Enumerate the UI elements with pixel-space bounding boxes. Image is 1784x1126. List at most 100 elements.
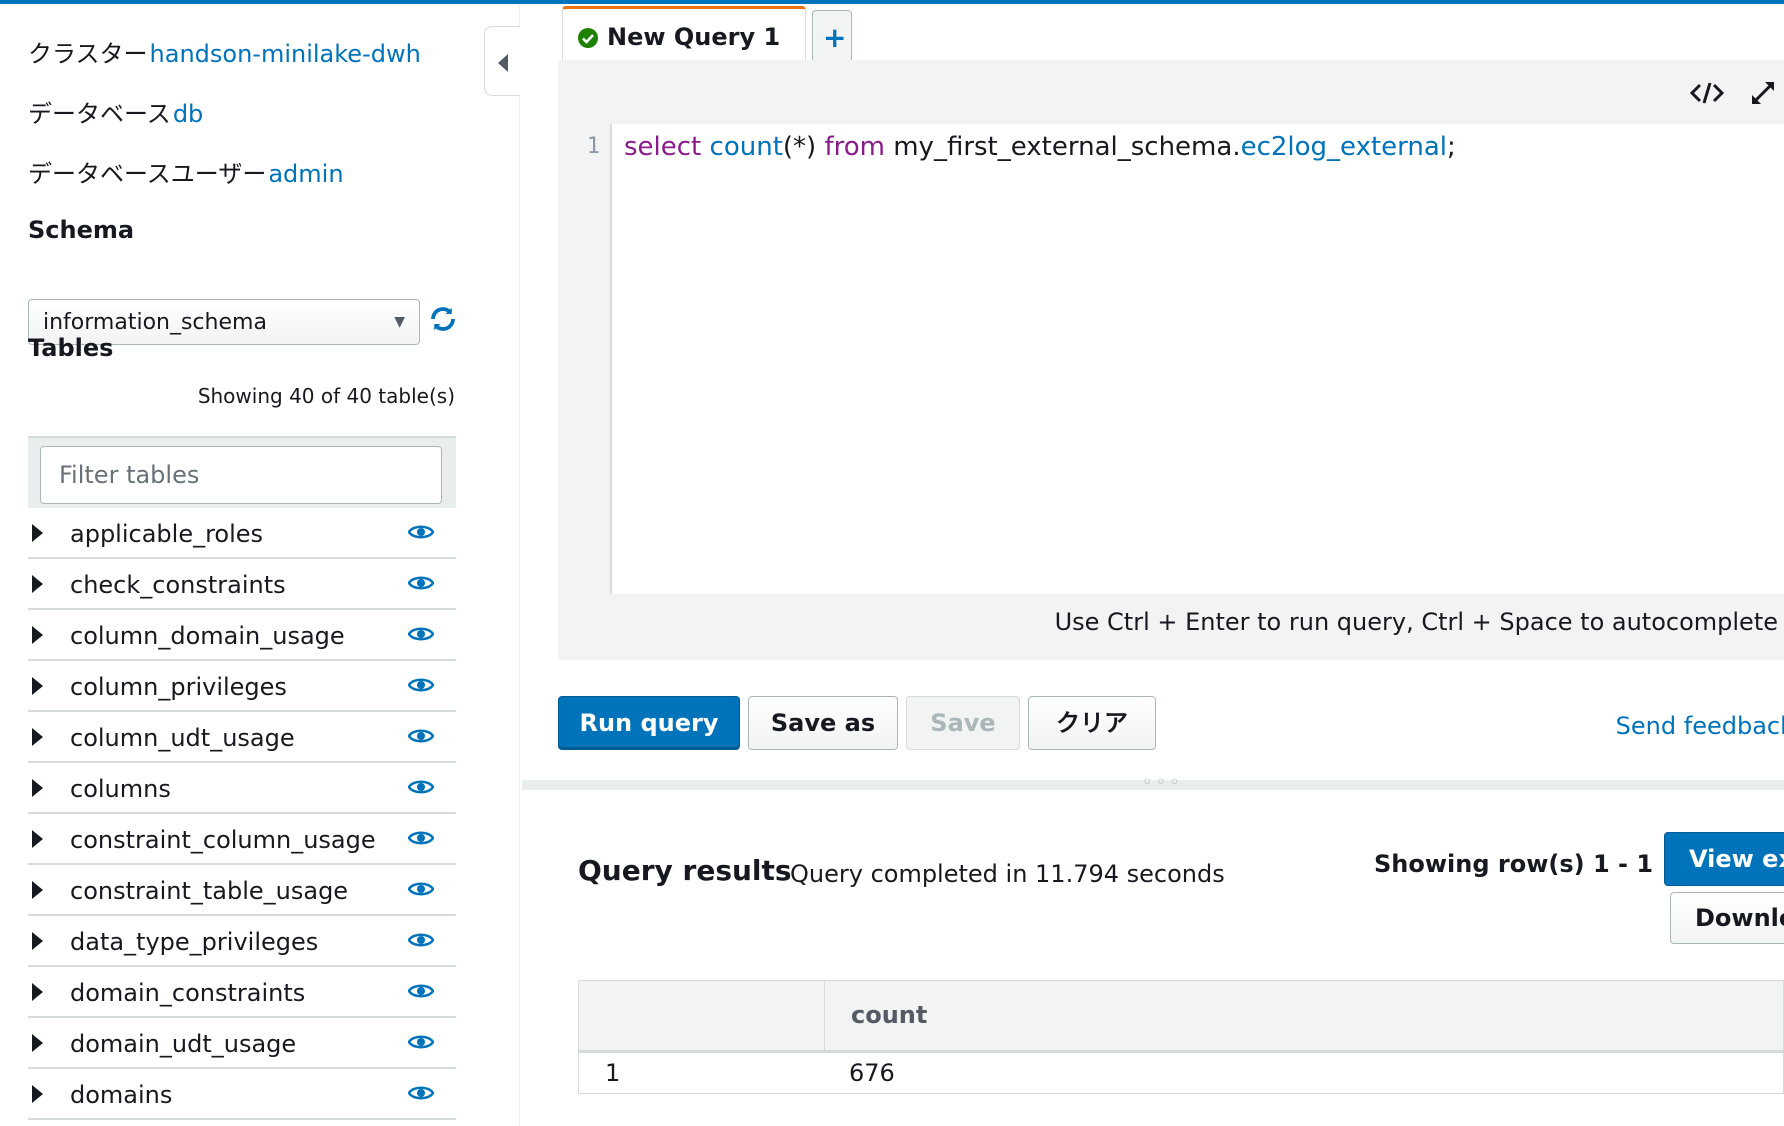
table-row[interactable]: data_type_privileges bbox=[28, 916, 456, 967]
expand-triangle-icon[interactable] bbox=[32, 932, 43, 950]
tab-new-query-1[interactable]: New Query 1 bbox=[562, 6, 806, 62]
results-header-row: count bbox=[579, 981, 1783, 1053]
db-user-value: admin bbox=[268, 160, 344, 188]
eye-icon[interactable] bbox=[408, 624, 434, 644]
function-count: count bbox=[709, 132, 783, 162]
save-as-button[interactable]: Save as bbox=[748, 696, 898, 750]
count-value-cell: 676 bbox=[849, 1059, 895, 1087]
table-name: column_privileges bbox=[70, 673, 287, 701]
table-row[interactable]: applicable_roles bbox=[28, 508, 456, 559]
collapse-sidebar-button[interactable] bbox=[484, 26, 520, 96]
code-args: (*) bbox=[782, 132, 817, 162]
expand-triangle-icon[interactable] bbox=[32, 830, 43, 848]
dropdown-caret-icon: ▼ bbox=[394, 314, 405, 330]
table-row[interactable]: column_udt_usage bbox=[28, 712, 456, 763]
table-list: applicable_roles check_constraints colum… bbox=[28, 508, 456, 1120]
expand-triangle-icon[interactable] bbox=[32, 779, 43, 797]
code-table: ec2log_external bbox=[1240, 132, 1448, 162]
table-name: applicable_roles bbox=[70, 520, 264, 548]
table-name: constraint_column_usage bbox=[70, 826, 376, 854]
sql-code-line[interactable]: select count(*) from my_first_external_s… bbox=[624, 132, 1456, 162]
expand-triangle-icon[interactable] bbox=[32, 1034, 43, 1052]
tables-count: Showing 40 of 40 table(s) bbox=[197, 384, 455, 408]
eye-icon[interactable] bbox=[408, 1032, 434, 1052]
eye-icon[interactable] bbox=[408, 981, 434, 1001]
expand-triangle-icon[interactable] bbox=[32, 728, 43, 746]
tables-heading: Tables bbox=[28, 334, 114, 362]
resize-splitter[interactable]: ◦◦◦ bbox=[522, 772, 1784, 793]
cluster-info: クラスターhandson-minilake-dwh bbox=[28, 34, 421, 69]
db-user-label: データベースユーザー bbox=[28, 160, 267, 188]
code-end: ; bbox=[1447, 132, 1456, 162]
collapse-left-icon bbox=[498, 54, 508, 72]
query-editor: 1 select count(*) from my_first_external… bbox=[558, 60, 1784, 660]
expand-triangle-icon[interactable] bbox=[32, 983, 43, 1001]
eye-icon[interactable] bbox=[408, 930, 434, 950]
row-index-cell: 1 bbox=[605, 1059, 621, 1087]
table-row[interactable]: constraint_table_usage bbox=[28, 865, 456, 916]
database-info: データベースdb bbox=[28, 94, 203, 129]
eye-icon[interactable] bbox=[408, 522, 434, 542]
sidebar: クラスターhandson-minilake-dwh データベースdb データベー… bbox=[0, 4, 520, 1126]
clear-button[interactable]: クリア bbox=[1028, 696, 1156, 750]
main-panel: New Query 1 + 1 select count(*) from my_… bbox=[522, 4, 1784, 1126]
table-name: columns bbox=[70, 775, 171, 803]
table-row[interactable]: column_domain_usage bbox=[28, 610, 456, 661]
table-row[interactable]: domain_constraints bbox=[28, 967, 456, 1018]
line-gutter: 1 bbox=[558, 124, 612, 594]
filter-tables-input[interactable] bbox=[40, 446, 442, 504]
table-row[interactable]: columns bbox=[28, 763, 456, 814]
expand-triangle-icon[interactable] bbox=[32, 626, 43, 644]
expand-triangle-icon[interactable] bbox=[32, 1085, 43, 1103]
schema-selected-value: information_schema bbox=[43, 310, 267, 335]
database-label: データベース bbox=[28, 100, 171, 128]
expand-triangle-icon[interactable] bbox=[32, 575, 43, 593]
table-name: constraint_table_usage bbox=[70, 877, 349, 905]
view-execution-button[interactable]: View ex bbox=[1664, 832, 1784, 886]
expand-triangle-icon[interactable] bbox=[32, 677, 43, 695]
eye-icon[interactable] bbox=[408, 828, 434, 848]
table-row[interactable]: domain_udt_usage bbox=[28, 1018, 456, 1069]
table-row: 1 676 bbox=[579, 1053, 1783, 1093]
eye-icon[interactable] bbox=[408, 1083, 434, 1103]
table-name: domain_udt_usage bbox=[70, 1030, 297, 1058]
table-row[interactable]: constraint_column_usage bbox=[28, 814, 456, 865]
header-cell-count[interactable]: count bbox=[851, 1001, 927, 1029]
table-name: domains bbox=[70, 1081, 173, 1109]
code-area[interactable]: 1 select count(*) from my_first_external… bbox=[558, 124, 1784, 594]
table-name: data_type_privileges bbox=[70, 928, 319, 956]
eye-icon[interactable] bbox=[408, 573, 434, 593]
editor-toolbar bbox=[558, 60, 1784, 124]
table-name: column_domain_usage bbox=[70, 622, 345, 650]
table-row[interactable]: check_constraints bbox=[28, 559, 456, 610]
send-feedback-link[interactable]: Send feedback bbox=[1616, 712, 1784, 740]
keyword-select: select bbox=[624, 132, 702, 162]
eye-icon[interactable] bbox=[408, 675, 434, 695]
download-button[interactable]: Downlo bbox=[1670, 892, 1784, 944]
results-status: Query completed in 11.794 seconds bbox=[790, 860, 1225, 888]
run-query-button[interactable]: Run query bbox=[558, 696, 740, 750]
schema-heading: Schema bbox=[28, 216, 135, 244]
eye-icon[interactable] bbox=[408, 879, 434, 899]
fullscreen-icon[interactable] bbox=[1750, 80, 1776, 106]
cluster-value: handson-minilake-dwh bbox=[149, 40, 421, 68]
success-check-icon bbox=[578, 28, 598, 48]
table-row[interactable]: domains bbox=[28, 1069, 456, 1120]
eye-icon[interactable] bbox=[408, 777, 434, 797]
expand-triangle-icon[interactable] bbox=[32, 524, 43, 542]
header-cell-index bbox=[579, 981, 825, 1053]
code-schema: my_first_external_schema. bbox=[893, 132, 1241, 162]
editor-hint: Use Ctrl + Enter to run query, Ctrl + Sp… bbox=[1054, 608, 1778, 636]
expand-triangle-icon[interactable] bbox=[32, 881, 43, 899]
eye-icon[interactable] bbox=[408, 726, 434, 746]
line-number: 1 bbox=[586, 134, 600, 159]
keyword-from: from bbox=[824, 132, 885, 162]
add-tab-button[interactable]: + bbox=[812, 10, 852, 62]
table-row[interactable]: column_privileges bbox=[28, 661, 456, 712]
table-name: check_constraints bbox=[70, 571, 286, 599]
drag-handle-icon[interactable]: ◦◦◦ bbox=[1142, 772, 1183, 793]
table-name: column_udt_usage bbox=[70, 724, 295, 752]
refresh-icon[interactable] bbox=[428, 302, 458, 336]
tab-label: New Query 1 bbox=[607, 23, 781, 51]
format-code-icon[interactable] bbox=[1690, 80, 1724, 106]
